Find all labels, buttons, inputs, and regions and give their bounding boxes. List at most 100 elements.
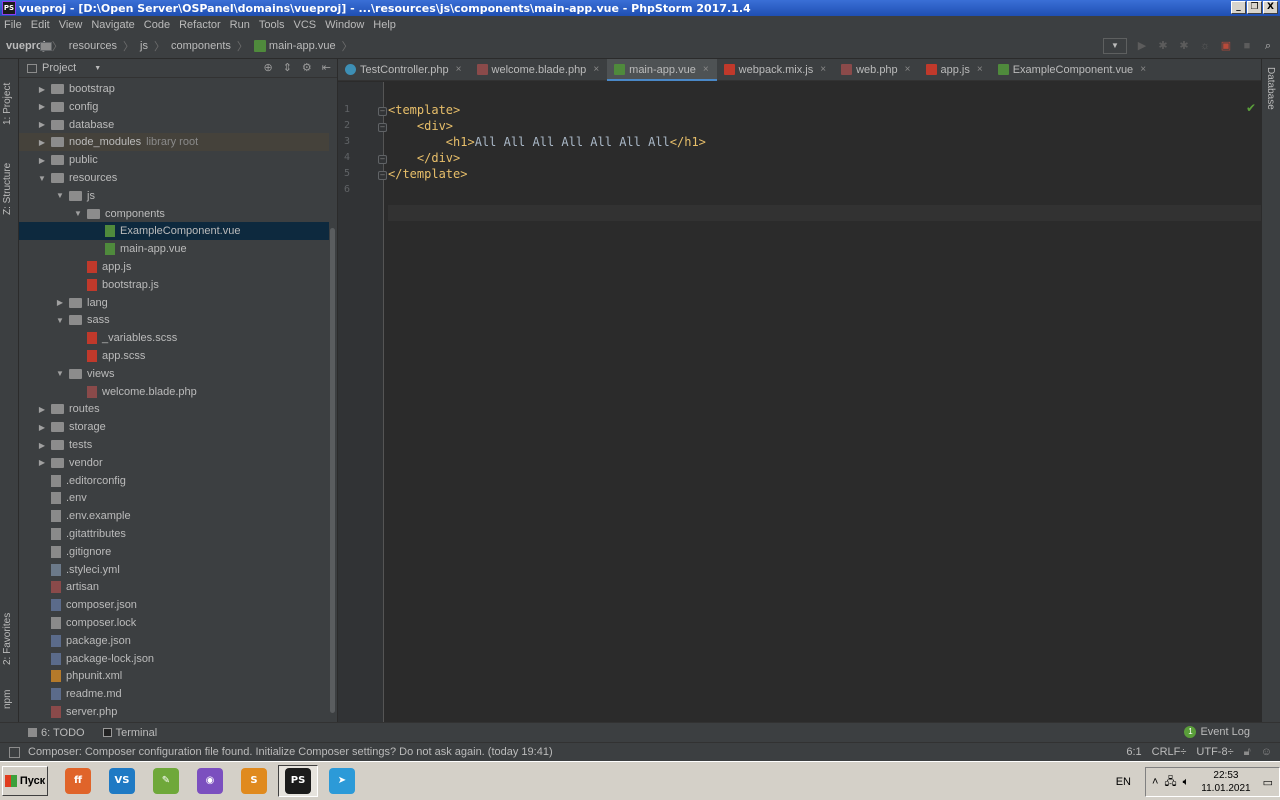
close-icon[interactable]: ×: [1140, 64, 1146, 75]
tree-folder[interactable]: ▶ bootstrap: [19, 80, 329, 98]
chevron-right-icon[interactable]: ▶: [37, 405, 47, 414]
chevron-down-icon[interactable]: ▼: [55, 369, 65, 378]
tree-file[interactable]: .env: [19, 489, 329, 507]
breadcrumb-components[interactable]: components 〉: [40, 38, 248, 54]
line-separator-selector[interactable]: CRLF÷: [1152, 746, 1187, 759]
scrollbar-thumb[interactable]: [330, 228, 335, 713]
inspector-icon[interactable]: ☺: [1261, 746, 1272, 759]
tree-file[interactable]: .env.example: [19, 507, 329, 525]
taskbar-firefox-button[interactable]: ff: [58, 765, 98, 797]
tree-file[interactable]: _variables.scss: [19, 329, 329, 347]
scroll-from-source-icon[interactable]: ⊕: [263, 61, 272, 74]
event-log-button[interactable]: 1 Event Log: [1184, 726, 1250, 738]
lock-icon[interactable]: 🔓︎: [1244, 746, 1251, 759]
tree-file[interactable]: composer.lock: [19, 614, 329, 632]
taskbar-phpstorm-button[interactable]: PS: [278, 765, 318, 797]
fold-marker-icon[interactable]: −: [378, 123, 387, 132]
tree-folder[interactable]: ▶ tests: [19, 436, 329, 454]
taskbar-sublime-button[interactable]: S: [234, 765, 274, 797]
favorites-tool-tab[interactable]: 2: Favorites: [2, 595, 13, 665]
editor-tab[interactable]: main-app.vue ×: [607, 58, 717, 81]
close-icon[interactable]: ×: [593, 64, 599, 75]
run-configuration-dropdown[interactable]: ▼: [1103, 38, 1127, 54]
menu-view[interactable]: View: [59, 19, 83, 31]
keyboard-language[interactable]: EN: [1116, 776, 1131, 788]
editor-tab[interactable]: ExampleComponent.vue ×: [991, 59, 1154, 81]
close-button[interactable]: X: [1263, 1, 1278, 14]
gear-icon[interactable]: ⚙: [302, 61, 312, 74]
menu-edit[interactable]: Edit: [31, 19, 50, 31]
tree-file[interactable]: ExampleComponent.vue: [19, 222, 329, 241]
close-icon[interactable]: ×: [703, 64, 709, 75]
chevron-right-icon[interactable]: ▶: [37, 85, 47, 94]
structure-tool-tab[interactable]: Z: Structure: [2, 145, 13, 215]
taskbar-notepad-button[interactable]: ✎: [146, 765, 186, 797]
action-center-icon[interactable]: ▭: [1263, 776, 1273, 789]
chevron-down-icon[interactable]: ▼: [94, 65, 101, 72]
menu-file[interactable]: File: [4, 19, 22, 31]
fold-marker-icon[interactable]: −: [378, 107, 387, 116]
clock[interactable]: 22:53 11.01.2021: [1201, 769, 1250, 795]
code-line[interactable]: <h1>All All All All All All All</h1>: [388, 134, 706, 150]
menu-code[interactable]: Code: [144, 19, 170, 31]
search-everywhere-icon[interactable]: ⌕: [1262, 40, 1274, 52]
encoding-selector[interactable]: UTF-8÷: [1196, 746, 1233, 759]
menu-navigate[interactable]: Navigate: [91, 19, 134, 31]
tree-folder[interactable]: ▼ components: [19, 205, 329, 223]
tree-file[interactable]: app.scss: [19, 347, 329, 365]
npm-tool-tab[interactable]: npm: [2, 679, 13, 709]
tree-file[interactable]: main-app.vue: [19, 240, 329, 258]
collapse-all-icon[interactable]: ⇕: [283, 61, 292, 74]
editor-tab[interactable]: web.php ×: [834, 59, 918, 81]
fold-marker-icon[interactable]: −: [378, 171, 387, 180]
editor-tab[interactable]: webpack.mix.js ×: [717, 59, 834, 81]
tree-folder[interactable]: ▶ storage: [19, 418, 329, 436]
start-button[interactable]: Пуск: [2, 766, 48, 796]
project-tool-tab[interactable]: 1: Project: [2, 65, 13, 125]
code-line[interactable]: <template>: [388, 102, 460, 118]
tree-file[interactable]: server.php: [19, 703, 329, 721]
tree-folder[interactable]: ▼ resources: [19, 169, 329, 187]
chevron-down-icon[interactable]: ▼: [55, 316, 65, 325]
network-icon[interactable]: 🖧︎: [1164, 773, 1176, 792]
code-line[interactable]: </template>: [388, 166, 467, 182]
volume-icon[interactable]: 🔈︎: [1183, 776, 1190, 789]
tree-folder[interactable]: ▶ config: [19, 98, 329, 116]
run-icon[interactable]: ▶: [1136, 40, 1148, 52]
tree-folder[interactable]: ▶ lang: [19, 294, 329, 312]
menu-help[interactable]: Help: [373, 19, 396, 31]
chevron-right-icon[interactable]: ▶: [37, 423, 47, 432]
stop-icon[interactable]: ■: [1241, 40, 1253, 52]
breadcrumb-main-app[interactable]: main-app.vue 〉: [253, 38, 353, 54]
breadcrumb-resources[interactable]: resources 〉: [40, 38, 134, 54]
tree-file[interactable]: composer.json: [19, 596, 329, 614]
show-hidden-icons-icon[interactable]: ˄: [1152, 776, 1158, 788]
chevron-right-icon[interactable]: ▶: [37, 156, 47, 165]
tree-file[interactable]: .styleci.yml: [19, 561, 329, 579]
close-icon[interactable]: ×: [456, 64, 462, 75]
tree-file[interactable]: package.json: [19, 632, 329, 650]
tree-scrollbar[interactable]: [329, 78, 336, 722]
code-line[interactable]: <div>: [388, 118, 453, 134]
tree-file[interactable]: welcome.blade.php: [19, 383, 329, 401]
project-view-selector[interactable]: Project: [42, 62, 76, 74]
chevron-right-icon[interactable]: ▶: [37, 120, 47, 129]
menu-vcs[interactable]: VCS: [294, 19, 317, 31]
tree-file[interactable]: readme.md: [19, 685, 329, 703]
editor-tab[interactable]: TestController.php ×: [338, 59, 470, 81]
status-message[interactable]: Composer: Composer configuration file fo…: [28, 746, 553, 758]
tree-folder[interactable]: ▼ sass: [19, 311, 329, 329]
breadcrumb-js[interactable]: js 〉: [40, 38, 165, 54]
tree-folder[interactable]: ▶ routes: [19, 400, 329, 418]
restore-button[interactable]: ❐: [1247, 1, 1262, 14]
menu-run[interactable]: Run: [230, 19, 250, 31]
tree-file[interactable]: .gitattributes: [19, 525, 329, 543]
terminal-tool-button[interactable]: Terminal: [102, 727, 157, 739]
listen-debug-icon[interactable]: ☼: [1199, 40, 1211, 52]
editor-tab[interactable]: welcome.blade.php ×: [470, 59, 608, 81]
close-icon[interactable]: ×: [977, 64, 983, 75]
menu-window[interactable]: Window: [325, 19, 364, 31]
chevron-down-icon[interactable]: ▼: [37, 174, 47, 183]
taskbar-openserver-button[interactable]: ◉: [190, 765, 230, 797]
chevron-down-icon[interactable]: ▼: [73, 209, 83, 218]
